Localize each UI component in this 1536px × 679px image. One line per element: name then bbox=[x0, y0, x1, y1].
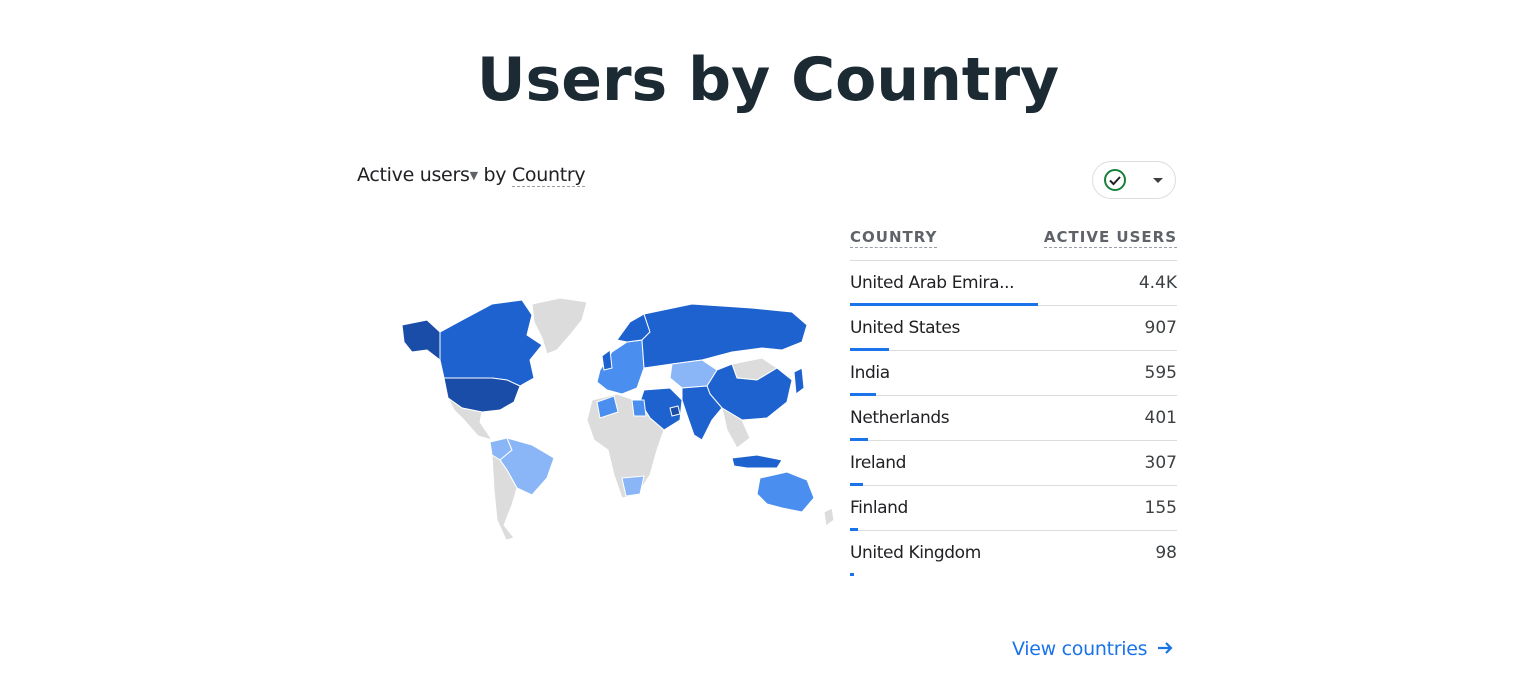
table-row[interactable]: Finland 155 bbox=[850, 486, 1177, 531]
country-name: Finland bbox=[850, 498, 908, 518]
column-header-active-users[interactable]: ACTIVE USERS bbox=[1043, 228, 1177, 248]
table-row[interactable]: United Arab Emira... 4.4K bbox=[850, 261, 1177, 306]
map-alaska[interactable] bbox=[401, 319, 441, 362]
share-bar bbox=[850, 573, 854, 576]
map-russia[interactable] bbox=[641, 303, 808, 369]
caret-down-icon: ▼ bbox=[469, 169, 478, 182]
arrow-right-icon bbox=[1158, 642, 1173, 654]
chevron-down-icon bbox=[1153, 178, 1163, 183]
active-users-value: 98 bbox=[1155, 543, 1177, 563]
map-south-africa[interactable] bbox=[621, 475, 645, 497]
map-new-zealand[interactable] bbox=[823, 507, 835, 527]
by-text: by bbox=[483, 164, 507, 186]
map-canada[interactable] bbox=[439, 299, 543, 387]
view-countries-link[interactable]: View countries bbox=[1012, 638, 1175, 660]
active-users-value: 401 bbox=[1144, 408, 1177, 428]
map-indonesia[interactable] bbox=[731, 454, 783, 469]
table-row[interactable]: United Kingdom 98 bbox=[850, 531, 1177, 576]
dimension-selector[interactable]: Country bbox=[511, 164, 586, 187]
active-users-value: 595 bbox=[1144, 363, 1177, 383]
table-row[interactable]: Netherlands 401 bbox=[850, 396, 1177, 441]
map-japan[interactable] bbox=[793, 367, 805, 395]
country-name: United Kingdom bbox=[850, 543, 981, 563]
check-circle-icon bbox=[1104, 169, 1126, 191]
page-title: Users by Country bbox=[476, 45, 1060, 115]
view-countries-label: View countries bbox=[1012, 638, 1148, 660]
metric-selector[interactable]: Active users▼ bbox=[357, 164, 478, 186]
map-egypt[interactable] bbox=[631, 399, 647, 417]
map-united-kingdom[interactable] bbox=[601, 349, 613, 371]
table-row[interactable]: India 595 bbox=[850, 351, 1177, 396]
table-row[interactable]: United States 907 bbox=[850, 306, 1177, 351]
active-users-value: 155 bbox=[1144, 498, 1177, 518]
compare-button[interactable] bbox=[1092, 161, 1176, 199]
metric-label: Active users bbox=[357, 164, 470, 186]
world-map[interactable] bbox=[382, 290, 842, 545]
country-name: United Arab Emira... bbox=[850, 273, 1015, 293]
map-united-arab-emirates[interactable] bbox=[669, 405, 681, 417]
active-users-value: 907 bbox=[1144, 318, 1177, 338]
country-name: Ireland bbox=[850, 453, 906, 473]
map-australia[interactable] bbox=[756, 471, 815, 513]
active-users-value: 4.4K bbox=[1138, 273, 1177, 293]
country-name: India bbox=[850, 363, 890, 383]
table-row[interactable]: Ireland 307 bbox=[850, 441, 1177, 486]
country-name: Netherlands bbox=[850, 408, 950, 428]
column-header-country[interactable]: COUNTRY bbox=[850, 228, 938, 248]
countries-table: COUNTRY ACTIVE USERS United Arab Emira..… bbox=[850, 222, 1177, 576]
table-header: COUNTRY ACTIVE USERS bbox=[850, 222, 1177, 261]
card-title: Active users▼ by Country bbox=[357, 164, 586, 187]
active-users-value: 307 bbox=[1144, 453, 1177, 473]
country-name: United States bbox=[850, 318, 960, 338]
